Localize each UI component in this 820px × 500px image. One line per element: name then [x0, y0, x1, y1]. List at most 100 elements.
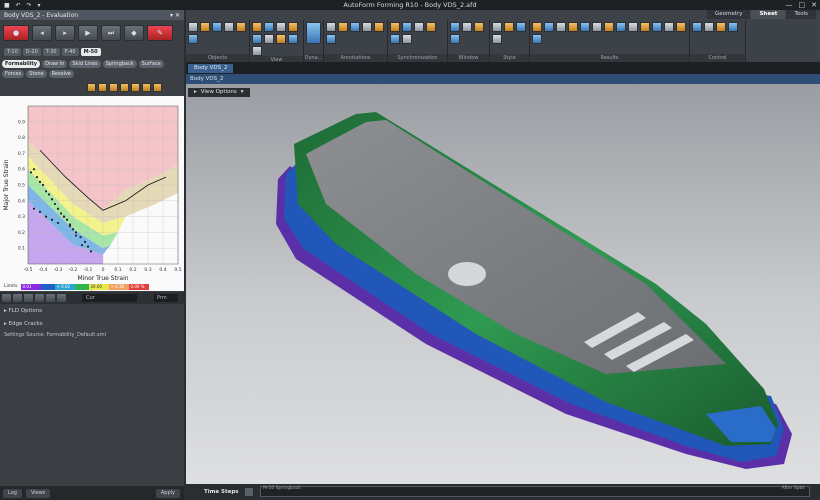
record-icon[interactable]: ◆: [124, 25, 144, 41]
ribbon-tool-icon[interactable]: [264, 22, 274, 32]
log-button[interactable]: Log: [3, 488, 22, 498]
current-select[interactable]: Cur: [82, 294, 137, 302]
ribbon-tool-icon[interactable]: [492, 22, 502, 32]
ribbon-tool-icon[interactable]: [604, 22, 614, 32]
ribbon-tool-icon[interactable]: [390, 34, 400, 44]
tab-formability[interactable]: Formability: [2, 60, 41, 68]
ribbon-tool-icon[interactable]: [676, 22, 686, 32]
panel-pin-icon[interactable]: ▾ ✕: [170, 12, 180, 19]
apply-button[interactable]: Apply: [155, 488, 180, 498]
settings-icon[interactable]: [57, 294, 66, 302]
save-icon[interactable]: [98, 83, 107, 92]
ribbon-tool-icon[interactable]: [532, 34, 542, 44]
ribbon-tool-icon[interactable]: [580, 22, 590, 32]
time-steps-toggle[interactable]: [244, 488, 253, 496]
ribbon-tool-icon[interactable]: [362, 22, 372, 32]
step-t-30[interactable]: T-30: [42, 48, 60, 56]
help-icon[interactable]: [153, 83, 162, 92]
step-m-50[interactable]: M-50: [80, 48, 101, 56]
result-icon[interactable]: ✎: [147, 25, 173, 41]
ribbon-tool-icon[interactable]: [326, 34, 336, 44]
ribbon-tool-icon[interactable]: [390, 22, 400, 32]
3d-viewport[interactable]: ▸ View Options ▾: [186, 84, 820, 484]
ribbon-tool-icon[interactable]: [568, 22, 578, 32]
ribbon-tool-icon[interactable]: [692, 22, 702, 32]
ribbon-tab-geometry[interactable]: Geometry: [707, 10, 751, 19]
ribbon-tool-icon[interactable]: [374, 22, 384, 32]
ribbon-tab-sheet[interactable]: Sheet: [751, 10, 786, 19]
tab-draw-in[interactable]: Draw In: [42, 60, 68, 68]
ribbon-tool-icon[interactable]: [188, 22, 198, 32]
step-icon[interactable]: ⏭: [101, 25, 121, 41]
ribbon-tool-icon[interactable]: [402, 34, 412, 44]
filter-icon[interactable]: [35, 294, 44, 302]
folder-icon[interactable]: [87, 83, 96, 92]
ribbon-tool-icon[interactable]: [640, 22, 650, 32]
tab-surface[interactable]: Surface: [138, 60, 164, 68]
edge-cracks-expander[interactable]: ▸ Edge Cracks: [0, 318, 184, 330]
ribbon-tool-icon[interactable]: [236, 22, 246, 32]
ribbon-tool-icon[interactable]: [426, 22, 436, 32]
ribbon-tool-icon[interactable]: [474, 22, 484, 32]
ribbon-tab-tools[interactable]: Tools: [786, 10, 816, 19]
ribbon-tool-icon[interactable]: [252, 46, 262, 56]
document-tab[interactable]: Body VDS_2: [188, 63, 234, 73]
ribbon-tool-icon[interactable]: [276, 34, 286, 44]
ribbon-tool-icon[interactable]: [450, 22, 460, 32]
ribbon-tool-icon[interactable]: [402, 22, 412, 32]
ribbon-tool-icon[interactable]: [504, 22, 514, 32]
ribbon-tool-icon[interactable]: [212, 22, 222, 32]
ribbon-tool-icon[interactable]: [252, 22, 262, 32]
fld-options-expander[interactable]: ▸ FLD Options: [0, 305, 184, 317]
display-icon[interactable]: [24, 294, 33, 302]
ribbon-tool-icon[interactable]: [492, 34, 502, 44]
copy-icon[interactable]: [120, 83, 129, 92]
tab-skid-lines[interactable]: Skid Lines: [69, 60, 101, 68]
lock-icon[interactable]: [2, 294, 11, 302]
preset-select[interactable]: Prm: [154, 294, 178, 302]
close-icon[interactable]: ✕: [811, 1, 817, 9]
tab-forces[interactable]: Forces: [2, 70, 25, 78]
ribbon-tool-icon[interactable]: [628, 22, 638, 32]
ribbon-tool-icon[interactable]: [592, 22, 602, 32]
ribbon-tool-icon[interactable]: [450, 34, 460, 44]
ribbon-tool-icon[interactable]: [224, 22, 234, 32]
ribbon-tool-icon[interactable]: [306, 22, 321, 44]
step-f-40[interactable]: F-40: [61, 48, 79, 56]
tab-resolve[interactable]: Resolve: [48, 70, 75, 78]
ribbon-tool-icon[interactable]: [338, 22, 348, 32]
ribbon-tool-icon[interactable]: [544, 22, 554, 32]
ribbon-tool-icon[interactable]: [556, 22, 566, 32]
step-d-20[interactable]: D-20: [22, 48, 41, 56]
ribbon-tool-icon[interactable]: [728, 22, 738, 32]
ribbon-tool-icon[interactable]: [616, 22, 626, 32]
quick-access-toolbar[interactable]: ■ ↶ ↷ ▾: [4, 2, 42, 9]
step-t-10[interactable]: T-10: [4, 48, 21, 56]
print-icon[interactable]: [131, 83, 140, 92]
ribbon-tool-icon[interactable]: [414, 22, 424, 32]
ribbon-tool-icon[interactable]: [462, 22, 472, 32]
tab-stone[interactable]: Stone: [26, 70, 47, 78]
ribbon-tool-icon[interactable]: [200, 22, 210, 32]
ribbon-tool-icon[interactable]: [288, 22, 298, 32]
views-button[interactable]: Views: [25, 488, 51, 498]
ribbon-tool-icon[interactable]: [264, 34, 274, 44]
ribbon-tool-icon[interactable]: [652, 22, 662, 32]
stop-icon[interactable]: ●: [3, 25, 29, 41]
maximize-icon[interactable]: □: [799, 1, 806, 9]
table-icon[interactable]: [109, 83, 118, 92]
ribbon-tool-icon[interactable]: [188, 34, 198, 44]
ribbon-tool-icon[interactable]: [350, 22, 360, 32]
arrow-right-icon[interactable]: ▸: [55, 25, 75, 41]
minimize-icon[interactable]: —: [786, 1, 793, 9]
ribbon-tool-icon[interactable]: [716, 22, 726, 32]
capture-icon[interactable]: [46, 294, 55, 302]
ribbon-tool-icon[interactable]: [288, 34, 298, 44]
ribbon-tool-icon[interactable]: [276, 22, 286, 32]
ribbon-tool-icon[interactable]: [516, 22, 526, 32]
tab-springback[interactable]: Springback: [102, 60, 137, 68]
time-steps-track[interactable]: M-50 Springback After Spbk: [260, 486, 810, 497]
ribbon-tool-icon[interactable]: [704, 22, 714, 32]
play-icon[interactable]: ▶: [78, 25, 98, 41]
ribbon-tool-icon[interactable]: [532, 22, 542, 32]
